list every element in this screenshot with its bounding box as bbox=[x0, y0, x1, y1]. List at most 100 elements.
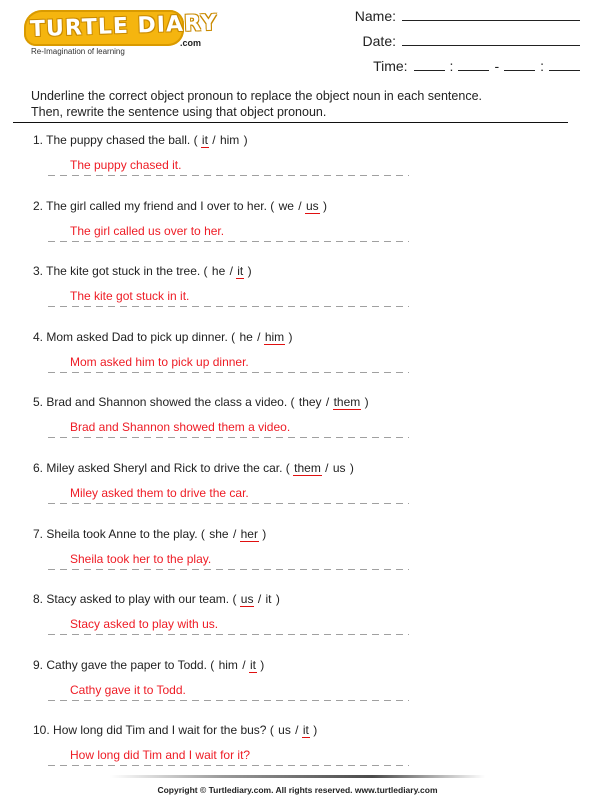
pronoun-option-underlined[interactable]: him bbox=[263, 330, 286, 345]
question-item: 6. Miley asked Sheryl and Rick to drive … bbox=[33, 458, 433, 524]
pronoun-option-underlined[interactable]: it bbox=[248, 658, 257, 673]
close-paren: ) bbox=[258, 526, 267, 541]
close-paren: ) bbox=[272, 592, 280, 607]
time-colon: : bbox=[449, 58, 454, 74]
question-number: 10. bbox=[33, 723, 50, 738]
answer-writing-line[interactable] bbox=[48, 240, 409, 242]
answer-text: Miley asked them to drive the car. bbox=[70, 485, 249, 500]
question-line: 3. The kite got stuck in the tree. ( he … bbox=[33, 264, 252, 280]
answer-writing-line[interactable] bbox=[48, 175, 409, 176]
logo-domain-suffix: .com bbox=[180, 38, 202, 48]
answer-text: The kite got stuck in it. bbox=[70, 289, 190, 304]
answer-text: Stacy asked to play with us. bbox=[70, 617, 219, 632]
start-minute-blank[interactable] bbox=[458, 58, 490, 71]
option-separator: / bbox=[229, 526, 240, 541]
question-sentence: The kite got stuck in the tree. bbox=[46, 264, 201, 279]
pronoun-option-underlined[interactable]: her bbox=[239, 527, 259, 542]
option-separator: / bbox=[226, 264, 237, 279]
open-paren: ( bbox=[227, 329, 239, 344]
answer-writing-line[interactable] bbox=[48, 634, 409, 636]
instructions-line-2: Then, rewrite the sentence using that ob… bbox=[31, 105, 327, 119]
pronoun-option[interactable]: him bbox=[219, 133, 240, 147]
close-paren: ) bbox=[285, 329, 293, 344]
answer-text: The girl called us over to her. bbox=[70, 223, 225, 238]
question-item: 7. Sheila took Anne to the play. ( she /… bbox=[33, 524, 433, 590]
name-blank[interactable] bbox=[402, 8, 580, 21]
question-line: 10. How long did Tim and I wait for the … bbox=[33, 723, 317, 739]
option-separator: / bbox=[294, 198, 305, 213]
end-hour-blank[interactable] bbox=[504, 58, 536, 71]
pronoun-option[interactable]: him bbox=[218, 658, 239, 672]
question-line: 4. Mom asked Dad to pick up dinner. ( he… bbox=[33, 330, 293, 345]
date-blank[interactable] bbox=[402, 33, 580, 46]
option-separator: / bbox=[253, 329, 264, 344]
question-number: 2. bbox=[33, 198, 44, 213]
question-line: 7. Sheila took Anne to the play. ( she /… bbox=[33, 527, 266, 542]
instructions: Underline the correct object pronoun to … bbox=[31, 88, 482, 120]
answer-writing-line[interactable] bbox=[48, 371, 409, 373]
logo-tagline: Re-Imagination of learning bbox=[31, 47, 125, 56]
start-hour-blank[interactable] bbox=[413, 58, 445, 71]
question-sentence: The puppy chased the ball. bbox=[46, 133, 191, 147]
question-line: 8. Stacy asked to play with our team. ( … bbox=[33, 592, 280, 608]
pronoun-option-underlined[interactable]: them bbox=[332, 395, 362, 411]
question-sentence: Stacy asked to play with our team. bbox=[46, 592, 230, 607]
question-item: 2. The girl called my friend and I over … bbox=[33, 196, 433, 262]
option-separator: / bbox=[321, 460, 332, 475]
question-item: 5. Brad and Shannon showed the class a v… bbox=[33, 392, 433, 458]
pronoun-option-underlined[interactable]: them bbox=[293, 461, 322, 476]
end-minute-blank[interactable] bbox=[549, 58, 580, 71]
option-separator: / bbox=[238, 657, 249, 672]
pronoun-option-underlined[interactable]: us bbox=[239, 592, 255, 608]
close-paren: ) bbox=[244, 264, 252, 279]
pronoun-option-underlined[interactable]: it bbox=[200, 133, 209, 148]
close-paren: ) bbox=[240, 133, 248, 147]
date-row: Date: bbox=[330, 33, 580, 58]
answer-text: Brad and Shannon showed them a video. bbox=[70, 420, 291, 435]
open-paren: ( bbox=[282, 460, 294, 475]
open-paren: ( bbox=[229, 592, 240, 607]
question-sentence: Cathy gave the paper to Todd. bbox=[46, 657, 207, 672]
question-item: 3. The kite got stuck in the tree. ( he … bbox=[33, 261, 433, 327]
question-number: 3. bbox=[33, 264, 44, 279]
pronoun-option[interactable]: we bbox=[278, 199, 295, 213]
time-colon: : bbox=[540, 58, 544, 74]
pronoun-option[interactable]: it bbox=[265, 592, 273, 606]
name-row: Name: bbox=[330, 8, 580, 33]
open-paren: ( bbox=[266, 723, 278, 738]
open-paren: ( bbox=[197, 526, 209, 541]
question-sentence: How long did Tim and I wait for the bus? bbox=[53, 723, 267, 738]
answer-writing-line[interactable] bbox=[48, 502, 409, 504]
question-line: 5. Brad and Shannon showed the class a v… bbox=[33, 395, 369, 411]
open-paren: ( bbox=[200, 264, 211, 279]
pronoun-option[interactable]: us bbox=[277, 723, 292, 737]
question-number: 1. bbox=[33, 133, 44, 147]
close-paren: ) bbox=[361, 395, 369, 410]
pronoun-option-underlined[interactable]: it bbox=[301, 723, 310, 739]
answer-writing-line[interactable] bbox=[48, 568, 409, 570]
pronoun-option[interactable]: us bbox=[332, 461, 347, 475]
answer-text: The puppy chased it. bbox=[70, 158, 182, 172]
question-item: 9. Cathy gave the paper to Todd. ( him /… bbox=[33, 655, 433, 721]
pronoun-option[interactable]: he bbox=[238, 330, 253, 344]
pronoun-option[interactable]: he bbox=[211, 264, 226, 278]
pronoun-option[interactable]: they bbox=[298, 395, 323, 409]
pronoun-option[interactable]: she bbox=[208, 527, 229, 541]
question-sentence: Brad and Shannon showed the class a vide… bbox=[46, 395, 288, 410]
answer-writing-line[interactable] bbox=[48, 699, 409, 701]
question-sentence: Miley asked Sheryl and Rick to drive the… bbox=[46, 460, 283, 475]
answer-text: Mom asked him to pick up dinner. bbox=[70, 354, 249, 369]
answer-writing-line[interactable] bbox=[48, 765, 409, 767]
open-paren: ( bbox=[206, 657, 218, 672]
answer-writing-line[interactable] bbox=[48, 306, 409, 308]
question-line: 6. Miley asked Sheryl and Rick to drive … bbox=[33, 461, 354, 476]
answer-text: Cathy gave it to Todd. bbox=[70, 682, 186, 697]
question-item: 1. The puppy chased the ball. ( it / him… bbox=[33, 130, 433, 196]
open-paren: ( bbox=[190, 133, 201, 147]
answer-text: Sheila took her to the play. bbox=[70, 551, 212, 566]
question-item: 4. Mom asked Dad to pick up dinner. ( he… bbox=[33, 327, 433, 393]
close-paren: ) bbox=[346, 460, 354, 475]
question-item: 8. Stacy asked to play with our team. ( … bbox=[33, 589, 433, 655]
pronoun-option-underlined[interactable]: us bbox=[304, 199, 320, 214]
answer-writing-line[interactable] bbox=[48, 437, 409, 439]
